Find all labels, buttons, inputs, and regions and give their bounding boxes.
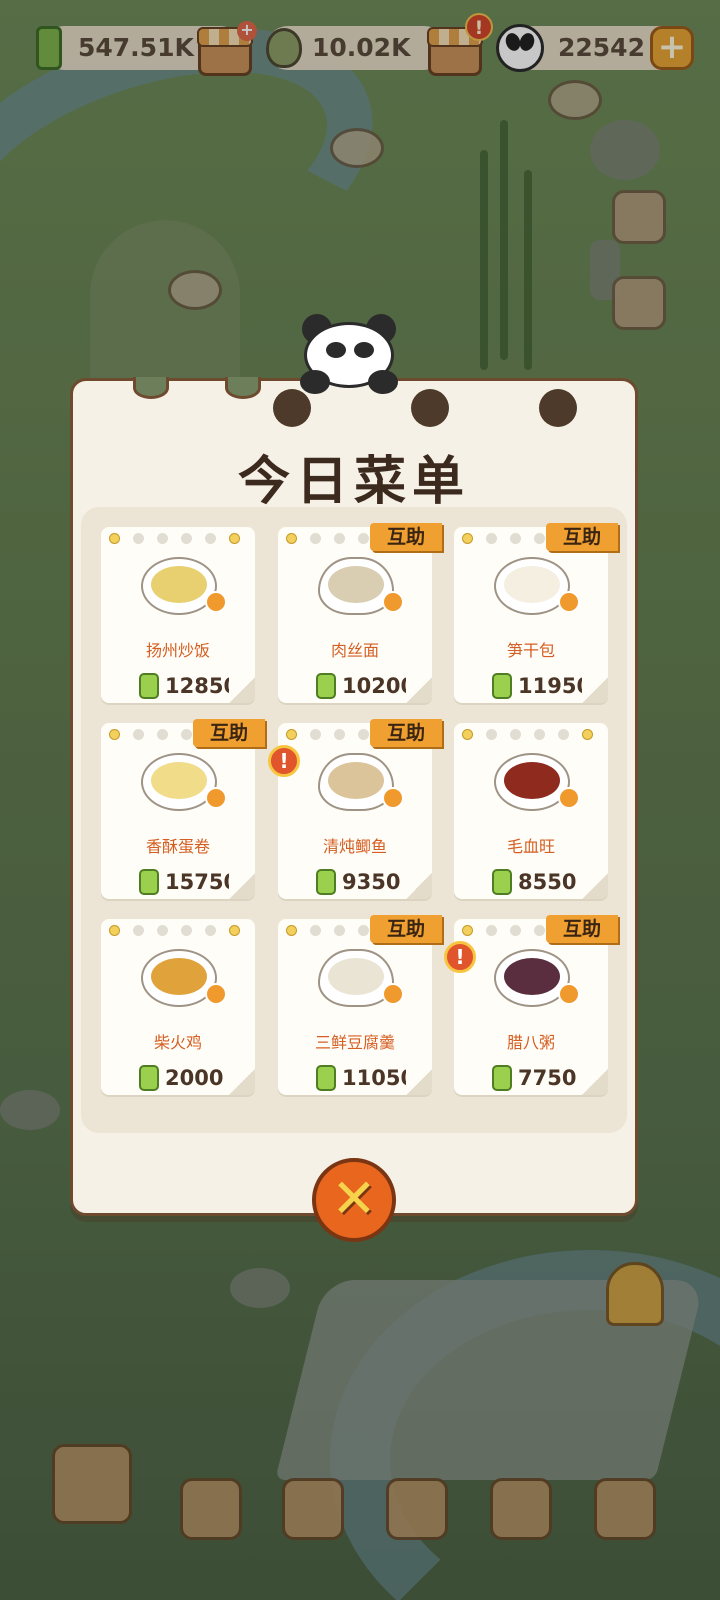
dish-card[interactable]: 互助! 腊八粥 7750 [444, 915, 618, 1095]
alert-icon: ! [268, 745, 300, 777]
price-value: 9350 [342, 870, 401, 894]
menu-title: 今日菜单 [237, 452, 470, 512]
bamboo-icon [139, 673, 159, 699]
dish-card[interactable]: 毛血旺 8550 [454, 723, 608, 899]
dish-grid: 扬州炒饭 12850 互助 肉丝面 10200 互助 笋干包 11950 互助 香酥蛋卷 15750… [81, 507, 627, 1133]
bamboo-icon [316, 869, 336, 895]
dish-name: 肉丝面 [330, 641, 379, 660]
dish-name: 香酥蛋卷 [145, 837, 210, 856]
dish-name: 笋干包 [506, 641, 555, 660]
price-value: 8550 [518, 870, 577, 894]
dish-card[interactable]: 柴火鸡 2000 [101, 919, 255, 1095]
page-fold [582, 677, 608, 703]
page-fold [229, 873, 255, 899]
assist-badge: 互助 [370, 915, 442, 943]
assist-badge: 互助 [193, 719, 265, 747]
dish-card[interactable]: 互助肉丝面 10200 [278, 523, 442, 703]
dish-name: 三鲜豆腐羹 [314, 1033, 395, 1052]
bamboo-icon [492, 869, 512, 895]
assist-badge: 互助 [546, 915, 618, 943]
paw-icon [558, 591, 580, 613]
price-value: 11050 [342, 1066, 416, 1090]
dish-name: 腊八粥 [506, 1033, 555, 1052]
close-button[interactable]: ✕ [312, 1158, 396, 1242]
price-value: 11950 [518, 674, 592, 698]
assist-badge: 互助 [370, 719, 442, 747]
paw-icon [382, 983, 404, 1005]
daily-menu-dialog: 今日菜单 扬州炒饭 12850 互助 肉丝面 10200 互助 笋干包 11950 互助 香酥蛋卷… [70, 377, 638, 1216]
dish-card[interactable]: 互助三鲜豆腐羹 11050 [278, 915, 442, 1095]
page-fold [229, 677, 255, 703]
bamboo-icon [139, 869, 159, 895]
binder-hole [273, 389, 311, 427]
dish-card[interactable]: 互助香酥蛋卷 15750 [101, 719, 265, 899]
dish-card[interactable]: 互助! 清炖鲫鱼 9350 [268, 719, 442, 899]
paw-icon [558, 787, 580, 809]
price-value: 7750 [518, 1066, 577, 1090]
dish-name: 扬州炒饭 [145, 641, 210, 660]
dish-name: 毛血旺 [506, 837, 555, 856]
dish-card[interactable]: 扬州炒饭 12850 [101, 527, 255, 703]
bamboo-icon [492, 1065, 512, 1091]
paw-icon [382, 787, 404, 809]
dish-card[interactable]: 互助笋干包 11950 [454, 523, 618, 703]
price-value: 15750 [165, 870, 239, 894]
bamboo-icon [492, 673, 512, 699]
assist-badge: 互助 [370, 523, 442, 551]
price-value: 2000 [165, 1066, 224, 1090]
paw-icon [205, 983, 227, 1005]
page-fold [406, 873, 432, 899]
dish-name: 清炖鲫鱼 [322, 837, 387, 856]
binder-hole [539, 389, 577, 427]
assist-badge: 互助 [546, 523, 618, 551]
price-value: 12850 [165, 674, 239, 698]
page-fold [582, 873, 608, 899]
bamboo-icon [316, 1065, 336, 1091]
paw-icon [205, 787, 227, 809]
page-fold [406, 1069, 432, 1095]
page-fold [229, 1069, 255, 1095]
price-value: 10200 [342, 674, 416, 698]
paw-icon [205, 591, 227, 613]
page-fold [406, 677, 432, 703]
binder-hole [411, 389, 449, 427]
page-fold [582, 1069, 608, 1095]
paw-icon [558, 983, 580, 1005]
bamboo-icon [139, 1065, 159, 1091]
alert-icon: ! [444, 941, 476, 973]
bamboo-icon [316, 673, 336, 699]
panda-mascot [300, 312, 398, 394]
dish-name: 柴火鸡 [153, 1033, 202, 1052]
paw-icon [382, 591, 404, 613]
